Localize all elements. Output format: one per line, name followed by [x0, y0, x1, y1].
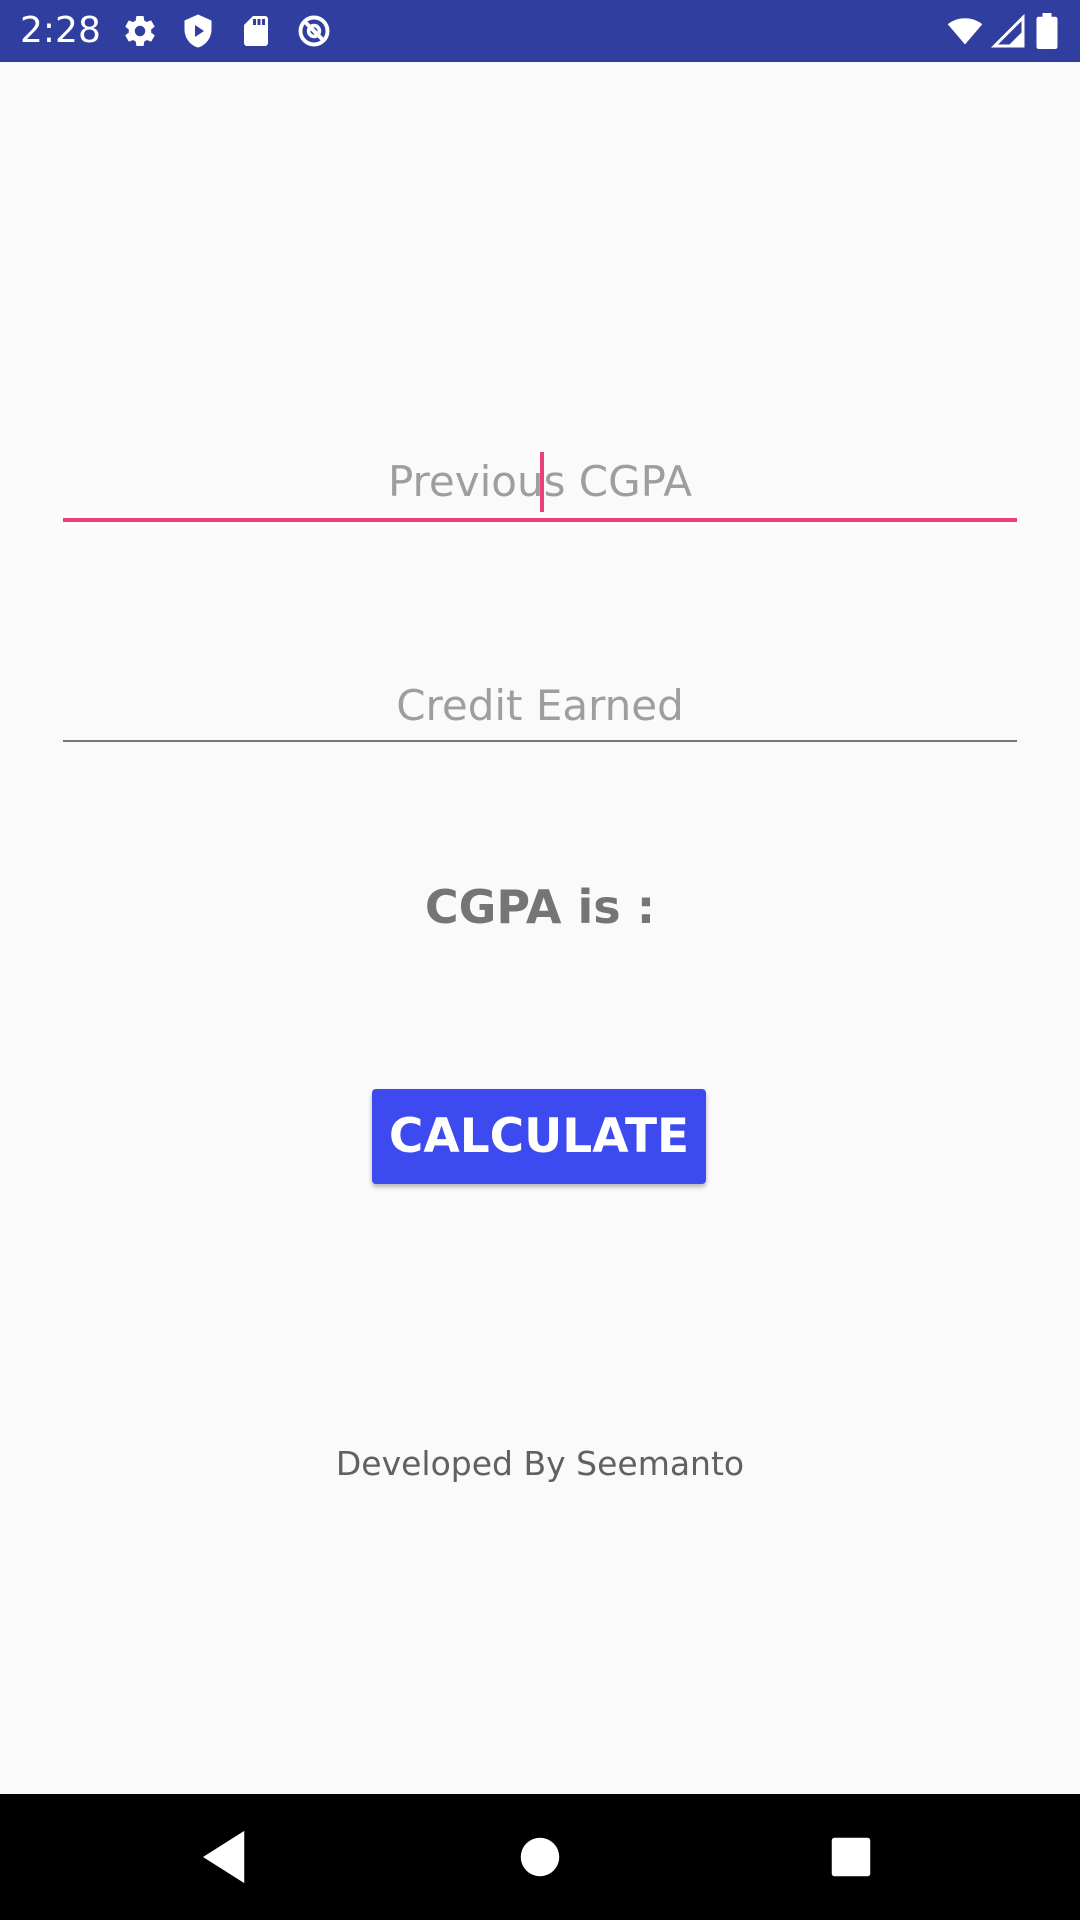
shield-icon [180, 13, 216, 49]
status-bar: 2:28 [0, 0, 1080, 62]
navigation-bar [0, 1794, 1080, 1920]
wifi-icon [944, 13, 986, 49]
previous-cgpa-field[interactable] [63, 452, 1017, 524]
status-time: 2:28 [20, 10, 101, 51]
text-cursor [540, 452, 544, 512]
sd-card-icon [238, 13, 274, 49]
previous-cgpa-underline [63, 518, 1017, 522]
data-saver-icon [296, 13, 332, 49]
app-screen: 2:28 CGPA is : CALC [0, 0, 1080, 1920]
cellular-signal-icon [990, 13, 1026, 49]
back-icon[interactable] [192, 1824, 258, 1890]
credit-earned-underline [63, 740, 1017, 742]
developer-credit: Developed By Seemanto [335, 1444, 745, 1483]
battery-icon [1036, 13, 1062, 49]
home-icon[interactable] [507, 1824, 573, 1890]
credit-earned-input[interactable] [63, 676, 1017, 736]
credit-earned-field[interactable] [63, 676, 1017, 746]
recents-icon[interactable] [818, 1824, 884, 1890]
calculate-button[interactable]: CALCULATE [372, 1089, 706, 1184]
cgpa-result-label: CGPA is : [424, 880, 656, 934]
settings-gear-icon [122, 13, 158, 49]
